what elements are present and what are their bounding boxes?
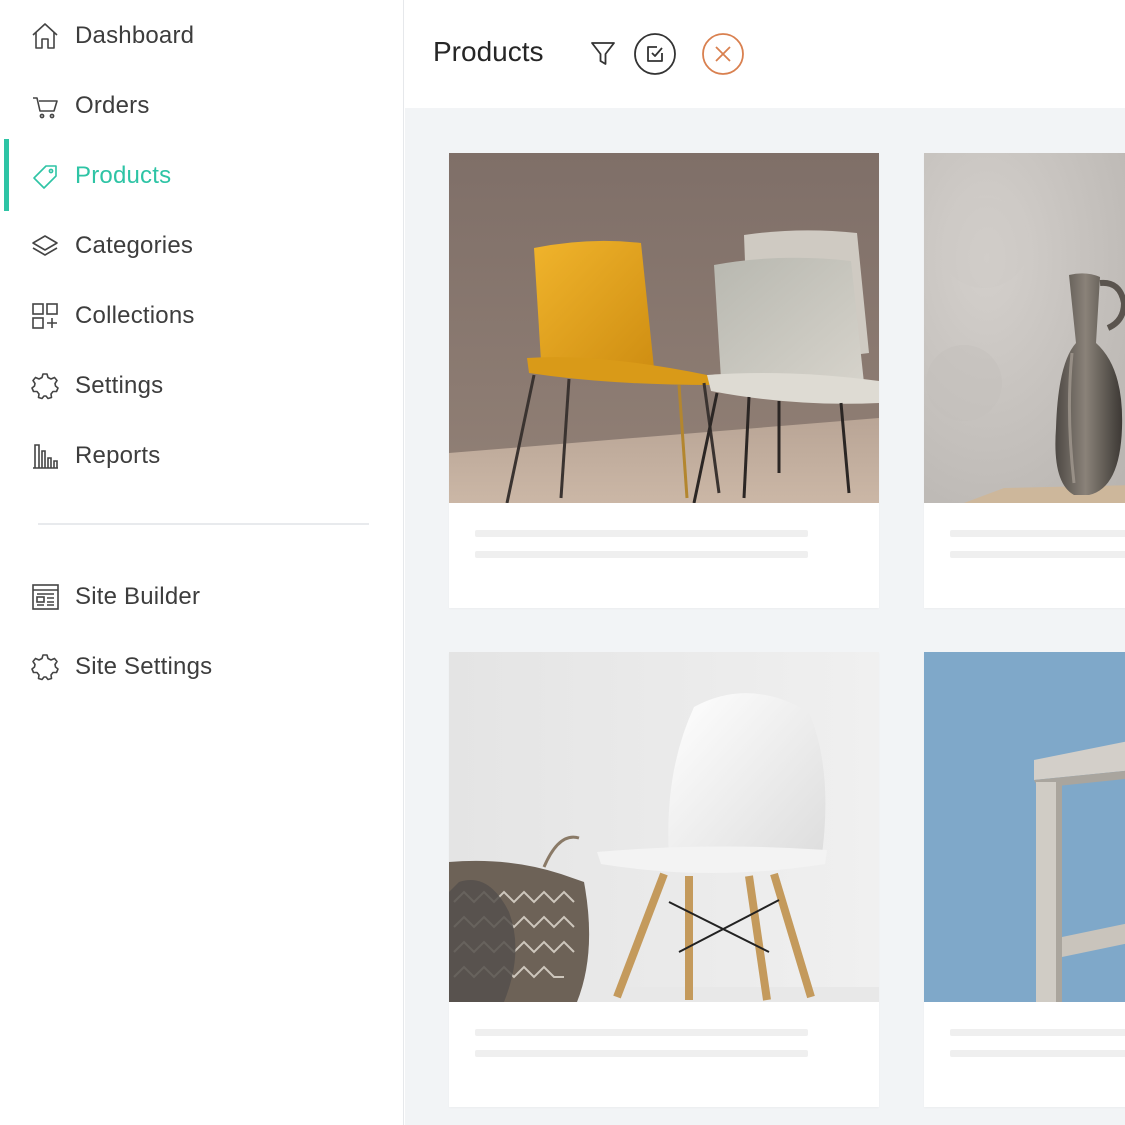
layers-icon [30, 231, 60, 261]
placeholder-line [475, 551, 808, 558]
sidebar: Dashboard Orders Products Categories Col… [0, 0, 404, 1125]
gear-icon [30, 371, 60, 401]
grid-plus-icon [30, 301, 60, 331]
page-header: Products [405, 0, 1125, 108]
product-card[interactable] [449, 652, 879, 1107]
sidebar-item-reports[interactable]: Reports [0, 426, 404, 486]
sidebar-item-categories[interactable]: Categories [0, 216, 404, 276]
placeholder-line [950, 1050, 1125, 1057]
placeholder-line [475, 1029, 808, 1036]
sidebar-item-settings[interactable]: Settings [0, 356, 404, 416]
sidebar-item-label: Collections [75, 302, 195, 329]
placeholder-line [950, 530, 1125, 537]
filter-icon[interactable] [589, 38, 617, 70]
product-card[interactable] [924, 652, 1125, 1107]
sidebar-item-products[interactable]: Products [0, 146, 404, 206]
sidebar-item-dashboard[interactable]: Dashboard [0, 6, 404, 66]
sidebar-item-site-builder[interactable]: Site Builder [0, 567, 404, 627]
sidebar-item-collections[interactable]: Collections [0, 286, 404, 346]
white-chair-basket-image [449, 652, 879, 1002]
placeholder-line [950, 1029, 1125, 1036]
placeholder-line [950, 551, 1125, 558]
bar-chart-icon [30, 441, 60, 471]
placeholder-line [475, 530, 808, 537]
gear-icon [30, 652, 60, 682]
sidebar-item-label: Site Builder [75, 583, 201, 610]
sidebar-item-label: Categories [75, 232, 194, 259]
tag-icon [30, 161, 60, 191]
sidebar-item-label: Products [75, 162, 172, 189]
sidebar-item-orders[interactable]: Orders [0, 76, 404, 136]
home-icon [30, 21, 60, 51]
product-card[interactable] [449, 153, 879, 608]
sidebar-item-label: Site Settings [75, 653, 213, 680]
cart-icon [30, 91, 60, 121]
close-icon[interactable] [701, 32, 745, 76]
main-content: Products [405, 0, 1125, 1125]
edit-icon[interactable] [633, 32, 677, 76]
chairs-yellow-grey-image [449, 153, 879, 503]
sidebar-item-label: Orders [75, 92, 150, 119]
product-card[interactable] [924, 153, 1125, 608]
sidebar-item-label: Dashboard [75, 22, 195, 49]
page-title: Products [433, 36, 544, 67]
sidebar-divider [38, 523, 369, 525]
sidebar-item-label: Settings [75, 372, 164, 399]
sidebar-item-site-settings[interactable]: Site Settings [0, 637, 404, 697]
vase-image [924, 153, 1125, 503]
stool-blue-wall-image [924, 652, 1125, 1002]
placeholder-line [475, 1050, 808, 1057]
sidebar-item-label: Reports [75, 442, 161, 469]
site-builder-icon [30, 582, 60, 612]
